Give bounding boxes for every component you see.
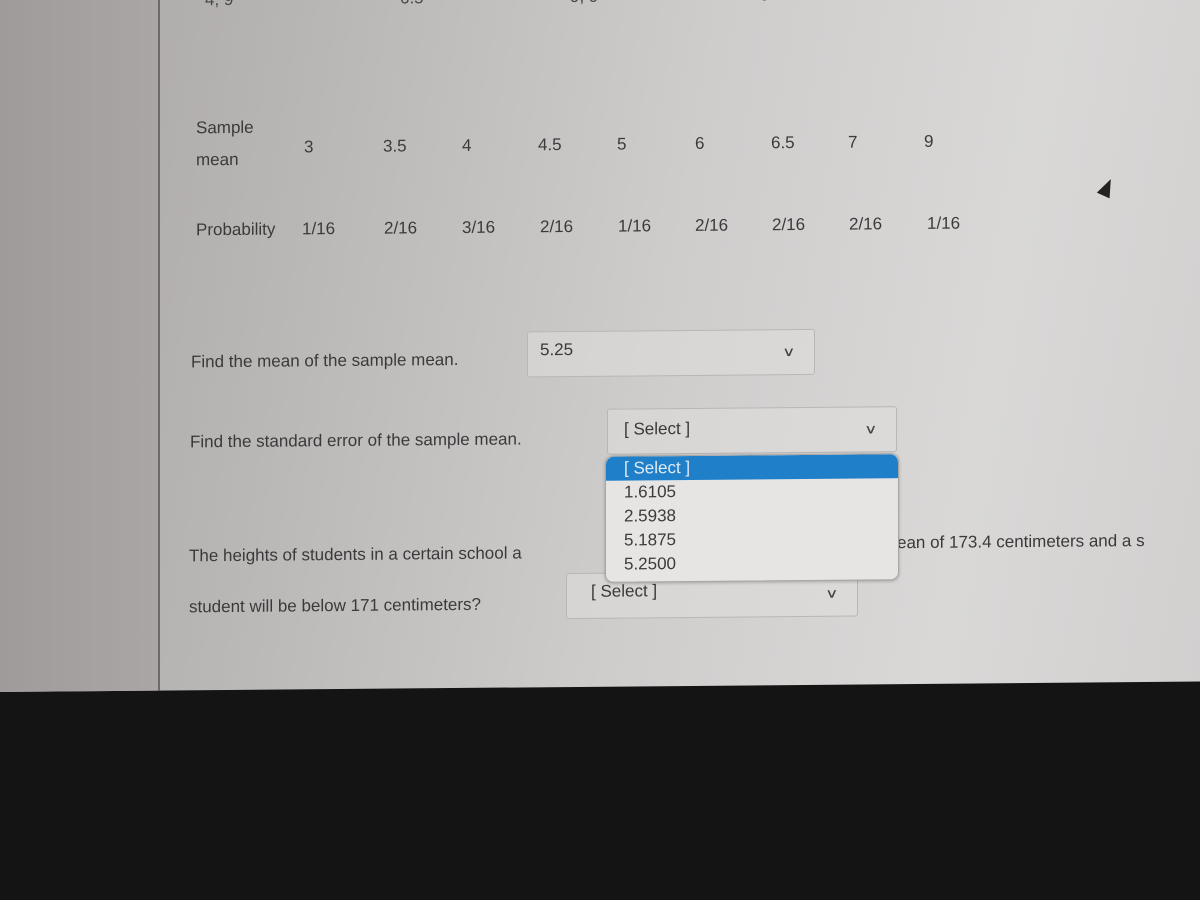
row-label-sample: Sample (196, 117, 254, 138)
quiz-page: 4, 9 6.5 9, 9 9 Sample mean 3 3.5 4 4.5 … (0, 0, 1200, 693)
question-se-label: Find the standard error of the sample me… (190, 429, 522, 452)
sample-mean-cell: 7 (848, 132, 858, 152)
mean-answer-select[interactable]: 5.25 ∨ (527, 328, 815, 378)
probability-cell: 2/16 (849, 214, 883, 234)
question-height-line1: The heights of students in a certain sch… (189, 543, 522, 566)
top-cell: 6.5 (400, 0, 424, 9)
se-dropdown-list: [ Select ] 1.6105 2.5938 5.1875 5.2500 (605, 453, 899, 583)
dropdown-option[interactable]: 5.1875 (606, 526, 898, 553)
chevron-down-icon: ∨ (782, 344, 796, 360)
sample-mean-cell: 5 (617, 134, 627, 154)
content-border (158, 0, 160, 691)
probability-cell: 2/16 (384, 218, 418, 238)
top-cell: 9 (760, 0, 769, 5)
probability-cell: 1/16 (927, 213, 961, 233)
sample-mean-cell: 3 (304, 137, 314, 157)
se-answer-select[interactable]: [ Select ] ∨ (607, 406, 897, 455)
sample-mean-cell: 6 (695, 133, 705, 153)
chevron-down-icon: ∨ (825, 585, 839, 601)
sample-mean-cell: 4 (462, 135, 472, 155)
top-cell: 9, 9 (570, 0, 598, 7)
probability-cell: 1/16 (618, 216, 652, 236)
dropdown-option[interactable]: 1.6105 (606, 478, 898, 505)
dropdown-option[interactable]: 2.5938 (606, 502, 898, 529)
sample-mean-cell: 6.5 (771, 133, 795, 153)
probability-cell: 2/16 (772, 214, 806, 235)
probability-cell: 3/16 (462, 217, 496, 237)
sample-mean-cell: 3.5 (383, 136, 407, 156)
top-cell: 4, 9 (205, 0, 233, 10)
probability-cell: 2/16 (540, 216, 574, 237)
probability-cell: 2/16 (695, 215, 729, 235)
dropdown-option[interactable]: [ Select ] (606, 454, 898, 481)
row-label-mean: mean (196, 149, 239, 170)
mouse-cursor-icon (1096, 176, 1118, 199)
chevron-down-icon: ∨ (864, 421, 878, 437)
sample-mean-cell: 9 (924, 131, 934, 151)
se-answer-value: [ Select ] (624, 418, 691, 439)
question-mean-label: Find the mean of the sample mean. (191, 349, 459, 372)
row-label-probability: Probability (196, 219, 276, 240)
question-height-line1-right: ean of 173.4 centimeters and a s (897, 531, 1145, 553)
question-height-line2: student will be below 171 centimeters? (189, 594, 481, 617)
mean-answer-value: 5.25 (540, 339, 574, 360)
left-gutter (0, 0, 159, 693)
height-answer-value: [ Select ] (591, 581, 658, 601)
sample-mean-cell: 4.5 (538, 135, 562, 155)
dropdown-option[interactable]: 5.2500 (606, 550, 898, 577)
probability-cell: 1/16 (302, 219, 336, 239)
